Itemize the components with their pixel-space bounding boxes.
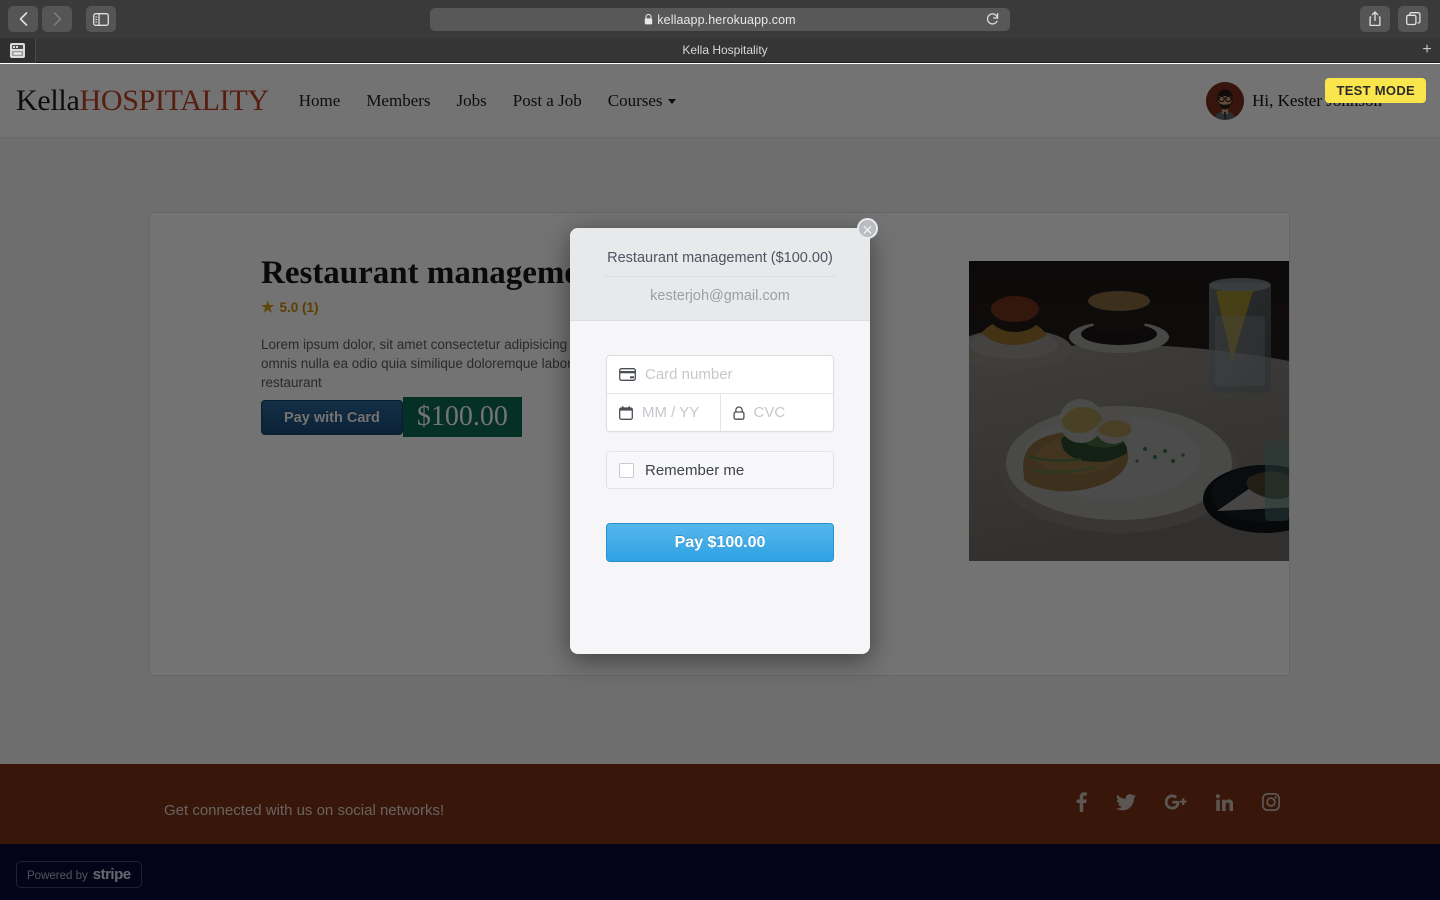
calendar-icon (619, 405, 633, 420)
nav-item-members[interactable]: Members (366, 91, 430, 111)
new-tab-button[interactable]: + (1414, 41, 1440, 59)
logo-primary-text: Kella (16, 83, 80, 117)
stripe-checkout-modal: ✕ Restaurant management ($100.00) kester… (570, 218, 878, 654)
active-tab-title[interactable]: Kella Hospitality (36, 43, 1414, 57)
share-icon[interactable] (1360, 6, 1390, 32)
stripe-wordmark: stripe (92, 866, 131, 883)
logo-secondary-text: HOSPITALITY (79, 83, 269, 117)
twitter-icon[interactable] (1116, 793, 1136, 811)
browser-toolbar: kellaapp.herokuapp.com (0, 0, 1440, 38)
linkedin-icon[interactable] (1216, 793, 1233, 811)
course-actions: Pay with Card $100.00 (261, 397, 522, 437)
pay-with-card-button[interactable]: Pay with Card (261, 400, 403, 435)
remember-me-label: Remember me (645, 461, 745, 479)
credit-card-icon (619, 368, 636, 381)
main-navigation: Home Members Jobs Post a Job Courses (299, 91, 676, 111)
reload-icon[interactable] (986, 12, 1000, 32)
card-number-input[interactable] (645, 366, 821, 383)
powered-by-stripe-badge[interactable]: Powered by stripe (16, 861, 142, 888)
stripe-footer-bar: Powered by stripe (0, 844, 1440, 900)
forward-button[interactable] (42, 6, 72, 32)
modal-title: Restaurant management ($100.00) (604, 250, 836, 277)
site-header: KellaHOSPITALITY Home Members Jobs Post … (0, 64, 1440, 138)
nav-item-home[interactable]: Home (299, 91, 341, 111)
facebook-icon[interactable] (1076, 792, 1087, 812)
avatar (1206, 82, 1245, 120)
expiry-cell[interactable] (607, 394, 720, 431)
cvc-input[interactable] (753, 404, 821, 421)
nav-item-courses[interactable]: Courses (608, 91, 676, 111)
tabs-overview-icon[interactable] (1398, 6, 1428, 32)
rating-display: ★ 5.0 (1) (261, 300, 318, 315)
test-mode-badge: TEST MODE (1325, 78, 1426, 103)
expiry-input[interactable] (642, 404, 708, 421)
google-plus-icon[interactable] (1165, 794, 1187, 810)
url-text: kellaapp.herokuapp.com (657, 12, 796, 27)
page-title: Restaurant management (261, 255, 609, 291)
lock-icon (644, 14, 653, 25)
card-number-row[interactable] (607, 356, 833, 393)
modal-email: kesterjoh@gmail.com (650, 288, 790, 304)
nav-item-jobs[interactable]: Jobs (457, 91, 487, 111)
expiry-cvc-row (607, 393, 833, 431)
chevron-down-icon (667, 99, 676, 105)
modal-header: ✕ Restaurant management ($100.00) kester… (570, 218, 878, 321)
remember-me-row[interactable]: Remember me (606, 451, 834, 489)
tab-bar: Kella Hospitality + (0, 37, 1440, 63)
favicon-icon (0, 37, 36, 63)
footer-social-text: Get connected with us on social networks… (164, 802, 445, 819)
site-logo[interactable]: KellaHOSPITALITY (16, 84, 269, 118)
price-badge: $100.00 (402, 397, 522, 437)
card-field-group (606, 355, 834, 432)
close-icon[interactable]: ✕ (857, 218, 878, 239)
page-viewport: KellaHOSPITALITY Home Members Jobs Post … (0, 64, 1440, 900)
browser-nav-buttons (8, 6, 72, 32)
remember-me-checkbox[interactable] (619, 462, 634, 478)
address-bar[interactable]: kellaapp.herokuapp.com (430, 8, 1010, 31)
modal-body: Remember me Pay $100.00 (570, 321, 870, 562)
pay-submit-button[interactable]: Pay $100.00 (606, 523, 834, 562)
lock-icon (732, 405, 745, 420)
rating-value: 5.0 (1) (279, 300, 319, 315)
footer-social-section: Get connected with us on social networks… (0, 764, 1440, 844)
cvc-cell[interactable] (719, 394, 834, 431)
social-links (1076, 792, 1280, 812)
nav-item-courses-label: Courses (607, 90, 663, 110)
browser-right-actions (1360, 6, 1428, 32)
star-icon: ★ (261, 299, 275, 316)
sidebar-toggle-icon[interactable] (86, 6, 116, 32)
powered-by-text: Powered by (27, 870, 88, 882)
instagram-icon[interactable] (1262, 793, 1280, 811)
course-photo (969, 261, 1289, 561)
nav-item-post-a-job[interactable]: Post a Job (513, 91, 582, 111)
back-button[interactable] (8, 6, 38, 32)
